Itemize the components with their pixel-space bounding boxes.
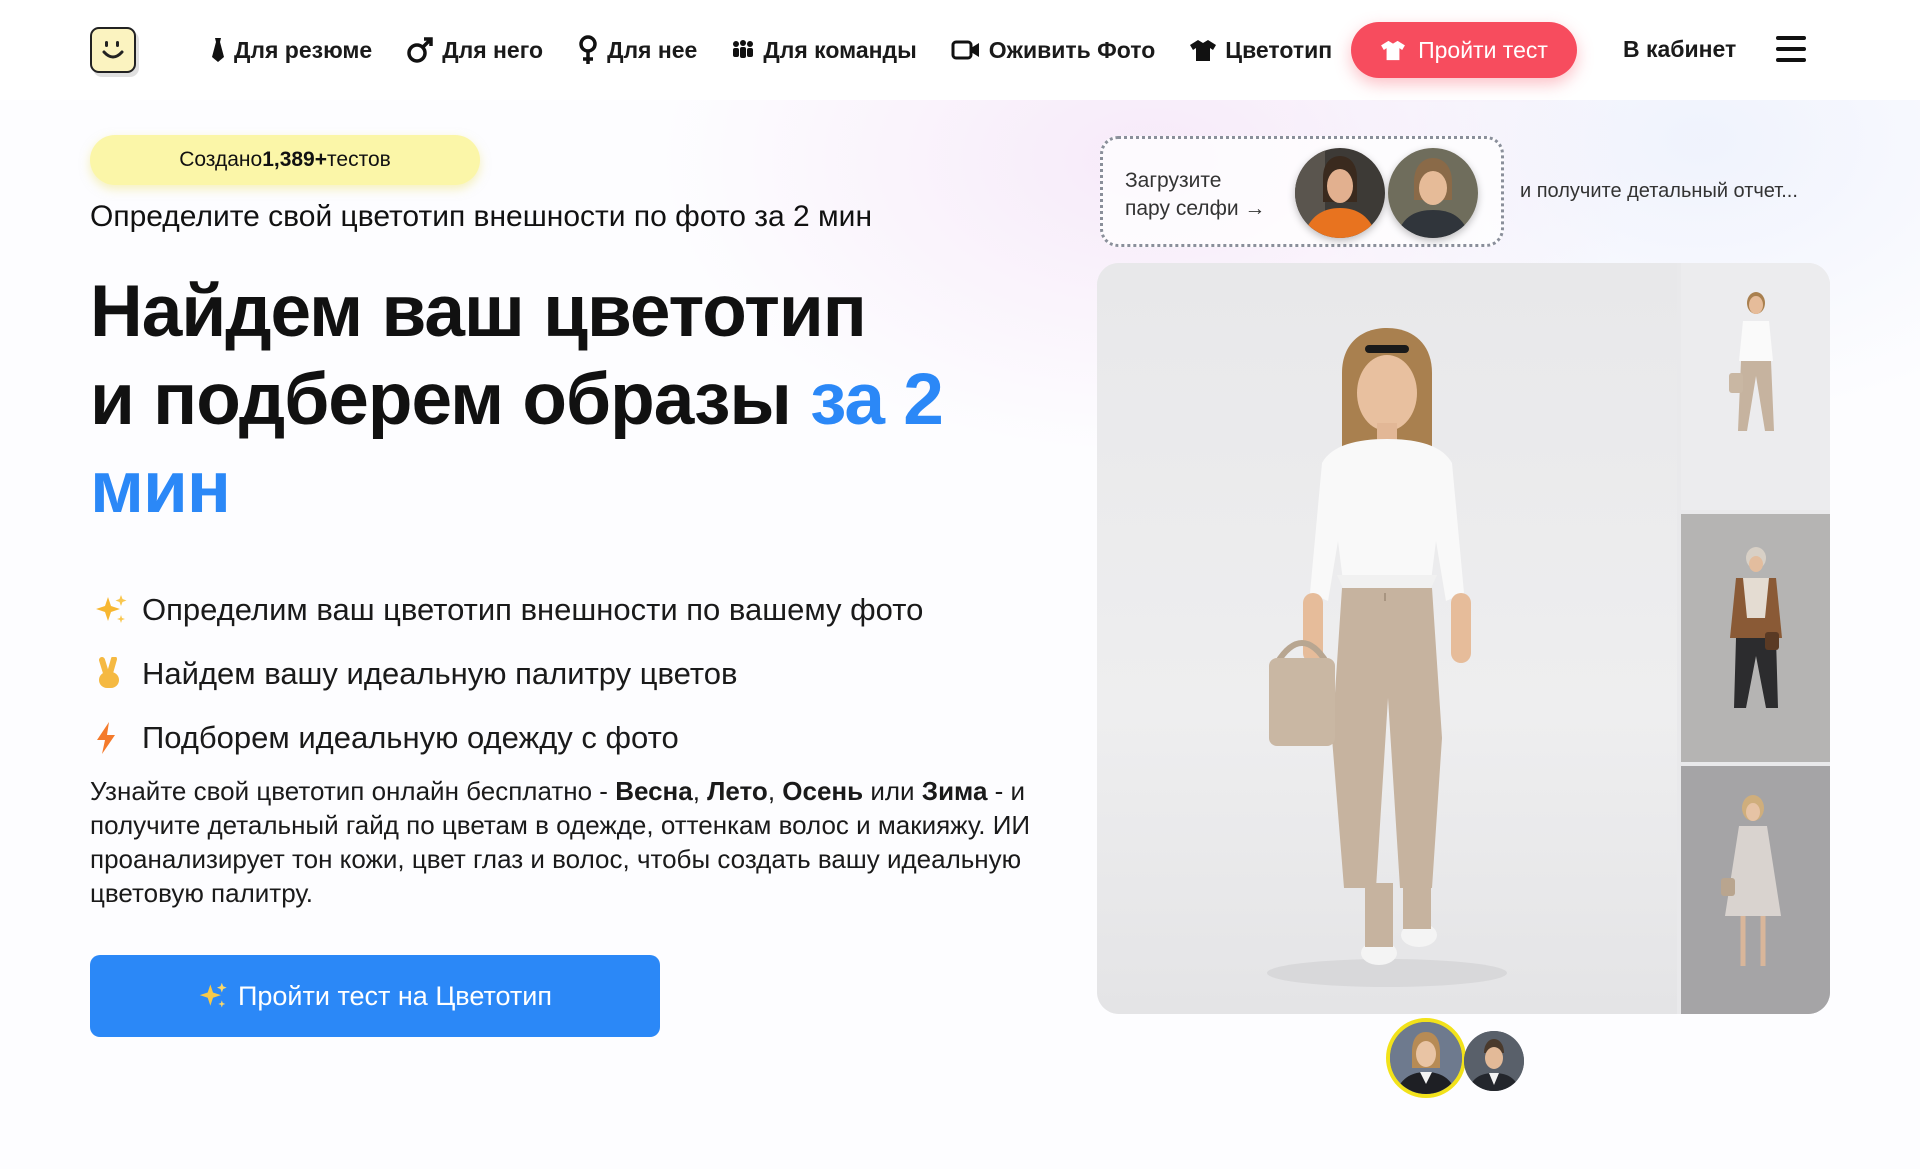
feature-list: Определим ваш цветотип внешности по ваше… [94,578,923,770]
team-icon [731,39,755,61]
selfie-upload-box[interactable]: Загрузите пару селфи → [1100,136,1504,247]
badge-count: 1,389+ [262,148,328,171]
outfit-thumbnail[interactable] [1681,263,1830,510]
feature-item: Найдем вашу идеальную палитру цветов [94,642,923,706]
outfit-thumbnail[interactable] [1681,766,1830,1014]
nav-item-animate-photo[interactable]: Оживить Фото [951,36,1156,64]
selfie-photo [1295,148,1385,238]
nav-item-team[interactable]: Для команды [731,36,917,64]
avatar-man[interactable] [1464,1031,1524,1091]
feature-text: Подборем идеальную одежду с фото [142,720,679,755]
main-nav: Для резюме Для него Для нее Для команды … [210,0,1366,100]
desc-text: , [767,776,783,806]
tests-created-badge: Создано 1,389+ тестов [90,135,480,185]
tie-icon [210,37,226,63]
upload-prompt: Загрузите пару селфи → [1125,167,1265,223]
take-test-button[interactable]: Пройти тест [1351,22,1577,78]
take-color-test-button[interactable]: Пройти тест на Цветотип [90,955,660,1037]
upload-line1: Загрузите [1125,169,1222,192]
feature-item: Подборем идеальную одежду с фото [94,706,923,770]
persona-switcher [1386,1018,1526,1098]
take-color-test-label: Пройти тест на Цветотип [237,980,553,1011]
report-caption: и получите детальный отчет... [1520,180,1798,202]
tshirt-icon [1380,39,1406,61]
desc-text: , [692,776,708,806]
avatar-woman[interactable] [1386,1018,1466,1098]
season-spring: Весна [615,776,693,806]
nav-item-resume[interactable]: Для резюме [210,37,372,64]
lightning-icon [94,721,142,755]
headline-line2: и подберем образы [90,359,811,440]
sparkles-icon [198,981,228,1011]
season-summer: Лето [707,776,768,806]
season-winter: Зима [921,776,988,806]
tshirt-icon [1189,38,1217,62]
nav-item-color-type[interactable]: Цветотип [1189,37,1332,64]
nav-label: Для него [442,36,544,63]
cabinet-link[interactable]: В кабинет [1623,36,1736,63]
nav-label: Для нее [607,36,698,63]
nav-item-for-him[interactable]: Для него [406,36,543,64]
outfit-thumbnail[interactable] [1681,514,1830,762]
main-outfit-photo [1097,263,1677,1014]
desc-text: Узнайте свой цветотип онлайн бесплатно - [90,776,616,806]
nav-item-for-her[interactable]: Для нее [577,35,697,65]
headline-line1: Найдем ваш цветотип [90,271,867,352]
outfit-gallery [1097,263,1830,1014]
selfie-photo [1388,148,1478,238]
upload-line2: пару селфи → [1125,197,1266,220]
logo-smiley-icon[interactable] [90,27,136,73]
female-sign-icon [577,35,599,65]
nav-label: Для резюме [234,36,373,63]
take-test-label: Пройти тест [1418,36,1548,63]
sparkles-icon [94,593,142,627]
hero-subtitle: Определите свой цветотип внешности по фо… [90,200,873,233]
site-header: Для резюме Для него Для нее Для команды … [0,0,1920,100]
nav-label: Цветотип [1225,36,1333,63]
victory-hand-icon [94,657,142,691]
hamburger-menu-icon[interactable] [1776,36,1806,66]
badge-suffix: тестов [327,148,391,171]
hero-description: Узнайте свой цветотип онлайн бесплатно -… [90,774,1040,910]
feature-text: Найдем вашу идеальную палитру цветов [142,656,738,691]
male-sign-icon [406,36,434,64]
season-autumn: Осень [782,776,864,806]
badge-prefix: Создано [179,148,263,171]
nav-label: Для команды [763,36,917,63]
nav-label: Оживить Фото [988,36,1156,63]
feature-text: Определим ваш цветотип внешности по ваше… [142,592,924,627]
video-camera-icon [951,39,981,61]
hero-headline: Найдем ваш цветотип и подберем образы за… [90,268,990,532]
desc-text: или [863,776,922,806]
feature-item: Определим ваш цветотип внешности по ваше… [94,578,923,642]
